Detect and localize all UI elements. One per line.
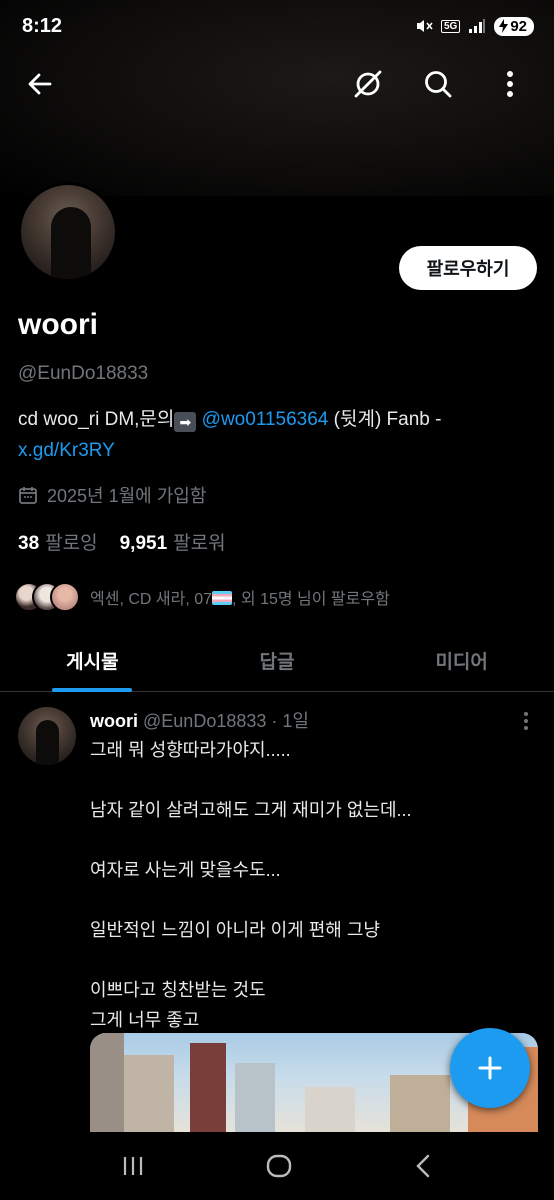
joined-text: 2025년 1월에 가입함 [47,486,207,506]
tab-replies[interactable]: 답글 [185,630,370,691]
system-back-icon[interactable] [413,1153,433,1179]
post-text: 그래 뭐 성향따라가야지..... 남자 같이 살려고해도 그게 재미가 없는데… [90,740,412,1030]
bio-url-link[interactable]: x.gd/Kr3RY [18,440,115,461]
post-time: · 1일 [271,711,309,731]
home-icon[interactable] [266,1153,292,1179]
battery-level: 92 [510,17,527,35]
recent-apps-icon[interactable] [121,1154,145,1178]
system-nav-bar [0,1132,554,1200]
post-header: woori @EunDo18833 · 1일 [90,707,309,733]
known-followers-suffix: , 외 15명 님이 팔로우함 [232,591,390,608]
following-label: 팔로잉 [45,533,98,554]
signal-icon [469,19,486,33]
profile-bio: cd woo_ri DM,문의 ➡ @wo01156364 (뒷계) Fanb -… [18,404,538,466]
following-count: 38 [18,533,40,554]
grok-icon [354,70,382,98]
profile-avatar[interactable] [18,182,118,282]
follower-avatar [50,582,80,612]
back-button[interactable] [18,62,62,106]
image-building [90,1033,124,1133]
profile-name: woori [18,308,98,341]
battery-indicator: 92 [494,16,534,36]
post-author[interactable]: woori [90,711,138,731]
active-tab-indicator [52,688,133,692]
follow-button[interactable]: 팔로우하기 [399,246,537,290]
mute-icon [416,20,433,32]
joined-date: 2025년 1월에 가입함 [18,482,206,508]
image-building [305,1087,355,1133]
tab-label: 답글 [259,652,295,673]
followers-stat[interactable]: 9,951 팔로워 [120,528,226,555]
arrow-left-icon [28,73,52,95]
status-time: 8:12 [22,14,63,37]
image-building [190,1043,226,1133]
post-avatar[interactable] [18,707,76,765]
grok-button[interactable] [346,62,390,106]
charging-icon [499,19,509,33]
compose-button[interactable] [450,1028,530,1108]
known-followers-names: 엑센, CD 새라, 07 [90,591,213,608]
bio-text: cd woo_ri DM,문의 [18,409,175,430]
tab-label: 미디어 [435,652,488,673]
post-more-button[interactable] [514,709,538,733]
more-button[interactable] [488,62,532,106]
followers-label: 팔로워 [173,533,226,554]
bio-mention-link[interactable]: @wo01156364 [202,409,329,430]
image-building [124,1055,174,1133]
plus-icon [478,1056,502,1080]
tab-media[interactable]: 미디어 [369,630,554,691]
post-handle: @EunDo18833 [143,711,267,731]
more-vertical-icon [524,712,528,730]
avatar-figure [36,720,59,765]
more-vertical-icon [507,71,513,97]
arrow-emoji: ➡ [174,412,197,432]
known-followers-text: 엑센, CD 새라, 07 , 외 15명 님이 팔로우함 [90,585,390,609]
avatar-figure [51,207,91,279]
search-button[interactable] [416,62,460,106]
trans-flag-emoji [212,591,233,605]
tab-posts[interactable]: 게시물 [0,630,185,692]
bio-text-mid: (뒷계) Fanb - [328,409,442,430]
calendar-icon [19,487,37,504]
tab-label: 게시물 [66,652,119,673]
image-building [390,1075,450,1133]
image-building [235,1063,275,1133]
status-icons: 5G 92 [415,16,534,36]
profile-handle: @EunDo18833 [18,363,149,384]
profile-tabs: 게시물 답글 미디어 [0,630,554,692]
follow-stats: 38 팔로잉 9,951 팔로워 [18,528,226,555]
followers-count: 9,951 [119,533,168,554]
known-followers[interactable]: 엑센, CD 새라, 07 , 외 15명 님이 팔로우함 [14,582,390,612]
search-icon [425,71,452,98]
following-stat[interactable]: 38 팔로잉 [18,528,98,555]
network-badge: 5G [440,19,461,33]
top-action-bar [0,56,554,112]
status-bar: 8:12 5G 92 [0,0,554,52]
